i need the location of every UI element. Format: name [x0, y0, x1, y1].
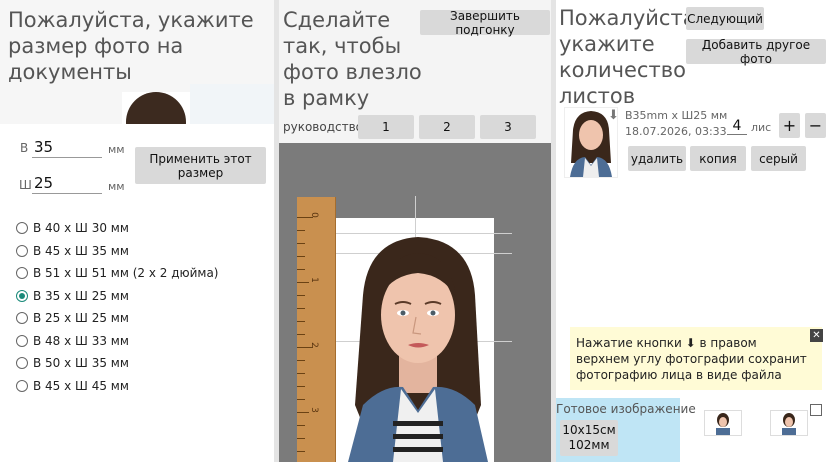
preset-label: В 48 x Ш 33 мм	[33, 333, 129, 348]
gray-button[interactable]: серый	[751, 146, 806, 171]
panel1-title: Пожалуйста, укажите размер фото на докум…	[8, 8, 254, 84]
download-icon[interactable]: ⬇	[608, 108, 619, 123]
expand-icon[interactable]	[810, 404, 822, 416]
preset-option[interactable]: В 35 x Ш 25 мм	[16, 289, 129, 303]
portrait-photo[interactable]	[343, 235, 493, 462]
ready-image-bar: Готовое изображение 10x15см 102мм	[556, 398, 832, 462]
decrease-button[interactable]: −	[805, 113, 826, 138]
size-selection-panel: Пожалуйста, укажите размер фото на докум…	[0, 0, 274, 462]
add-photo-button[interactable]: Добавить другое фото	[686, 38, 826, 66]
ready-preview-1[interactable]	[704, 410, 742, 436]
horizontal-guide-1	[336, 233, 512, 234]
next-button[interactable]: Следующий	[686, 7, 764, 30]
radio-unselected-icon[interactable]	[16, 222, 28, 234]
increase-button[interactable]: +	[779, 113, 800, 138]
width-label: Ш	[19, 178, 32, 192]
radio-unselected-icon[interactable]	[16, 357, 28, 369]
close-tooltip-icon[interactable]: ✕	[810, 329, 823, 342]
save-hint-tooltip: Нажатие кнопки ⬇ в правом верхнем углу ф…	[570, 327, 822, 390]
guide-button-1[interactable]: 1	[358, 115, 414, 139]
preset-label: В 45 x Ш 45 мм	[33, 378, 129, 393]
preset-label: В 25 x Ш 25 мм	[33, 311, 129, 325]
radio-unselected-icon[interactable]	[16, 244, 28, 257]
paper-size-button[interactable]: 10x15см 102мм	[560, 420, 618, 456]
preset-option[interactable]: В 51 x Ш 51 мм (2 x 2 дюйма)	[16, 266, 218, 280]
photo-date: 18.07.2026, 03:33	[625, 125, 727, 138]
delete-button[interactable]: удалить	[628, 146, 686, 171]
sheets-unit: лис	[751, 121, 772, 134]
finish-fitting-button[interactable]: Завершить подгонку	[420, 9, 550, 37]
guide-label: руководство	[283, 120, 364, 134]
photo-size-info: В35mm x Ш25 мм	[625, 109, 728, 122]
ruler-number-3: 3	[308, 407, 319, 413]
preset-option[interactable]: В 40 x Ш 30 мм	[16, 221, 129, 235]
fit-frame-panel: Сделайте так, чтобы фото влезло в рамку …	[279, 0, 551, 462]
guide-button-2[interactable]: 2	[419, 115, 475, 139]
decorative-strip	[190, 84, 274, 124]
preset-option[interactable]: В 25 x Ш 25 мм	[16, 311, 129, 325]
ruler-number-1: 1	[308, 277, 319, 283]
quantity-input[interactable]: 4	[727, 118, 747, 135]
ruler-number-2: 2	[308, 342, 319, 348]
apply-size-button[interactable]: Применить этот размер	[135, 147, 266, 184]
sheet-count-panel: Пожалуйста, укажите количество листов Сл…	[556, 0, 832, 462]
preset-option[interactable]: В 48 x Ш 33 мм	[16, 334, 129, 348]
ready-image-label: Готовое изображение	[556, 402, 696, 416]
copy-button[interactable]: копия	[690, 146, 746, 171]
radio-unselected-icon[interactable]	[16, 334, 28, 347]
radio-unselected-icon[interactable]	[16, 312, 28, 324]
height-unit: мм	[108, 143, 125, 156]
photo-workspace[interactable]: 0 1 2 3	[279, 143, 551, 462]
radio-unselected-icon[interactable]	[16, 267, 28, 279]
width-input[interactable]: 25	[32, 174, 102, 194]
radio-unselected-icon[interactable]	[16, 379, 28, 392]
preset-option[interactable]: В 45 x Ш 45 мм	[16, 379, 129, 393]
preset-option[interactable]: В 50 x Ш 35 мм	[16, 356, 129, 370]
width-unit: мм	[108, 180, 125, 193]
height-input[interactable]: 35	[32, 138, 102, 158]
height-label: В	[20, 141, 29, 155]
ruler-number-0: 0	[308, 212, 319, 218]
preset-label: В 51 x Ш 51 мм (2 x 2 дюйма)	[33, 266, 219, 280]
guide-button-3[interactable]: 3	[480, 115, 536, 139]
preset-option[interactable]: В 45 x Ш 35 мм	[16, 244, 129, 258]
preset-label: В 45 x Ш 35 мм	[33, 243, 129, 258]
ready-preview-2[interactable]	[770, 410, 808, 436]
photo-preview-top	[122, 92, 190, 124]
panel2-title: Сделайте так, чтобы фото влезло в рамку	[283, 8, 422, 110]
preset-label: В 50 x Ш 35 мм	[33, 356, 129, 370]
radio-selected-icon[interactable]	[16, 289, 28, 302]
panel3-title: Пожалуйста, укажите количество листов	[559, 6, 703, 108]
ruler[interactable]: 0 1 2 3	[297, 197, 336, 462]
preset-label: В 35 x Ш 25 мм	[33, 288, 129, 303]
preset-label: В 40 x Ш 30 мм	[33, 221, 129, 235]
